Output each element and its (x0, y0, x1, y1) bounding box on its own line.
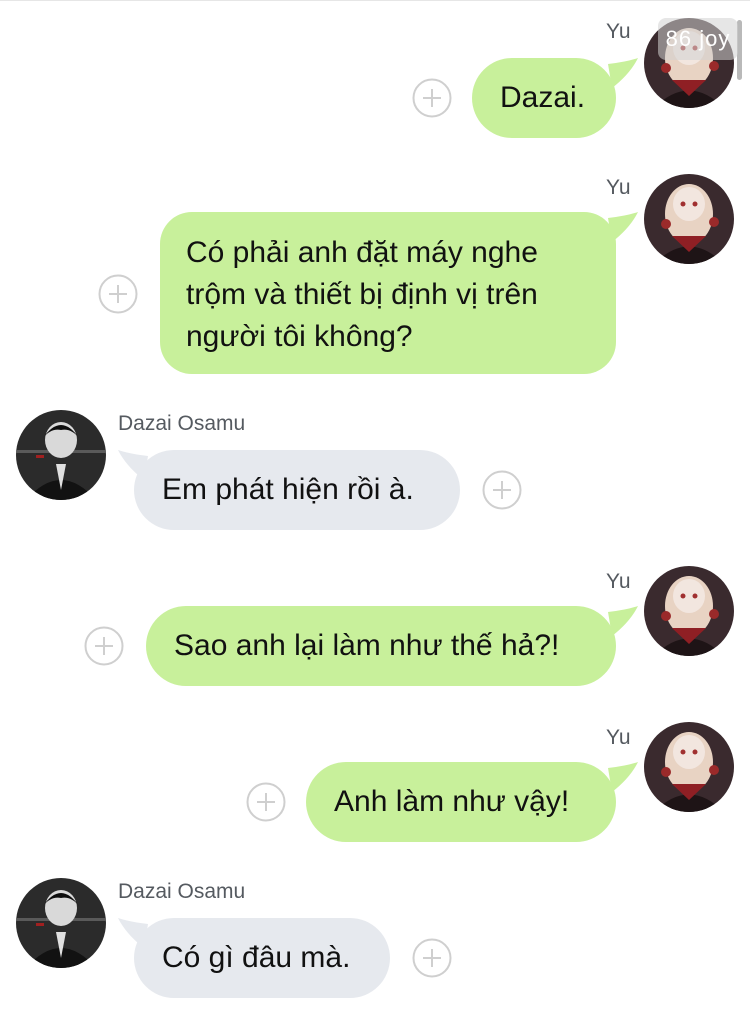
top-divider (0, 0, 750, 1)
avatar[interactable] (644, 566, 734, 656)
bubble-tail (608, 762, 638, 792)
watermark: 86 joy (658, 18, 738, 60)
bubble-tail (118, 450, 148, 480)
message-text: Có gì đâu mà. (162, 941, 351, 974)
add-reaction-button[interactable] (412, 938, 452, 978)
girl-portrait-icon (644, 566, 734, 656)
boy-portrait-icon (16, 410, 106, 500)
message-bubble[interactable]: Sao anh lại làm như thế hả?! (146, 606, 638, 686)
add-reaction-button[interactable] (246, 782, 286, 822)
message-line: Có phải anh đặt máy nghe (186, 236, 538, 269)
bubble-tail (608, 606, 638, 636)
message-line: trộm và thiết bị định vị trên (186, 278, 538, 311)
message-text: Em phát hiện rồi à. (162, 473, 414, 506)
message-text: Anh làm như vậy! (334, 785, 570, 818)
sender-name: Dazai Osamu (118, 880, 246, 903)
add-reaction-button[interactable] (98, 274, 138, 314)
avatar[interactable] (16, 878, 106, 968)
message-text: Sao anh lại làm như thế hả?! (174, 629, 560, 662)
message-line: người tôi không? (186, 320, 413, 353)
avatar[interactable] (644, 174, 734, 264)
plus-circle-icon (482, 470, 522, 510)
message-text: Dazai. (500, 81, 586, 114)
sender-name: Dazai Osamu (118, 412, 246, 435)
bubble-tail (608, 58, 638, 88)
bubble-tail (608, 212, 638, 242)
boy-portrait-icon (16, 878, 106, 968)
avatar[interactable] (644, 722, 734, 812)
plus-circle-icon (412, 938, 452, 978)
message-bubble[interactable]: Em phát hiện rồi à. (118, 450, 460, 530)
bubble-tail (118, 918, 148, 948)
sender-name: Yu (606, 20, 631, 43)
sender-name: Yu (606, 570, 631, 593)
message-bubble[interactable]: Anh làm như vậy! (306, 762, 638, 842)
girl-portrait-icon (644, 174, 734, 264)
plus-circle-icon (98, 274, 138, 314)
plus-circle-icon (246, 782, 286, 822)
girl-portrait-icon (644, 722, 734, 812)
plus-circle-icon (412, 78, 452, 118)
sender-name: Yu (606, 176, 631, 199)
add-reaction-button[interactable] (84, 626, 124, 666)
avatar[interactable] (16, 410, 106, 500)
plus-circle-icon (84, 626, 124, 666)
message-bubble[interactable]: Dazai. (472, 58, 638, 138)
add-reaction-button[interactable] (482, 470, 522, 510)
message-bubble[interactable]: Có phải anh đặt máy nghe trộm và thiết b… (160, 212, 638, 374)
message-bubble[interactable]: Có gì đâu mà. (118, 918, 390, 998)
add-reaction-button[interactable] (412, 78, 452, 118)
sender-name: Yu (606, 726, 631, 749)
